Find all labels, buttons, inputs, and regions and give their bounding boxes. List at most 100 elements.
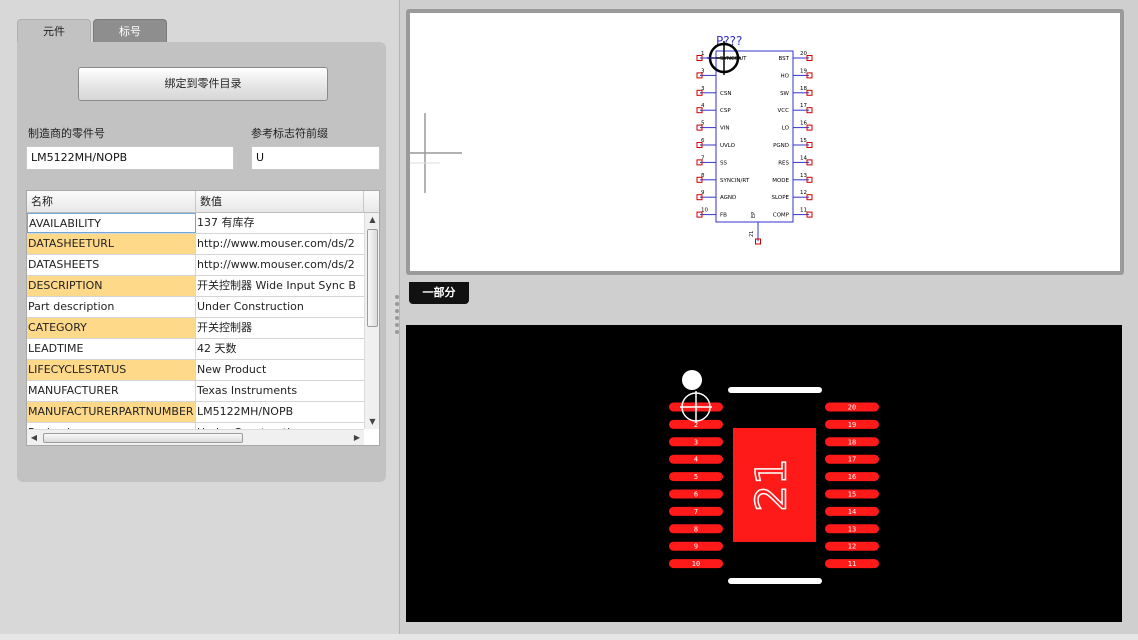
tab-designator[interactable]: 标号 [93,19,167,42]
grid-row[interactable]: LEADTIME 42 天数 [27,339,364,360]
svg-text:3: 3 [694,438,698,446]
svg-text:FB: FB [720,213,727,219]
svg-text:9: 9 [694,543,698,551]
pcb-pad: 5 [669,472,723,482]
grid-row[interactable]: MANUFACTURER Texas Instruments [27,381,364,402]
status-bar [0,634,1138,640]
pcb-pad: 7 [669,506,723,516]
horizontal-scrollbar[interactable]: ◀ ▶ [27,429,364,445]
grid-row[interactable]: CATEGORY 开关控制器 [27,318,364,339]
pcb-pad: 19 [825,419,879,429]
svg-text:10: 10 [701,208,708,214]
schematic-pin: 9 AGND [696,190,736,201]
property-value-cell[interactable]: Under Construction [196,297,364,317]
svg-text:19: 19 [848,421,856,429]
tab-content: 绑定到零件目录 制造商的零件号 参考标志符前缀 LM5122MH/NOPB U … [17,42,386,482]
property-value-cell[interactable]: 42 天数 [196,339,364,359]
pcb-pad: 3 [669,437,723,447]
pcb-pad: 9 [669,541,723,551]
grid-row[interactable]: DATASHEETURL http://www.mouser.com/ds/2 [27,234,364,255]
svg-text:9: 9 [701,190,705,196]
svg-text:10: 10 [692,560,700,568]
grid-row[interactable]: DESCRIPTION 开关控制器 Wide Input Sync B [27,276,364,297]
column-header-value[interactable]: 数值 [196,191,364,213]
schematic-pin: 4 CSP [696,103,731,114]
svg-text:4: 4 [694,456,698,464]
svg-text:6: 6 [701,138,705,144]
splitter-grip[interactable] [394,295,400,335]
property-value-cell[interactable]: http://www.mouser.com/ds/2 [196,234,364,254]
schematic-preview[interactable]: P??? 1 SYNCOUT 3 3 CSN 4 CSP 5 VIN 6 UVLO 7 SS 8 SYNCI… [410,13,1120,271]
grid-row[interactable]: DATASHEETS http://www.mouser.com/ds/2 [27,255,364,276]
property-name-cell[interactable]: LIFECYCLESTATUS [27,360,196,380]
property-value-cell[interactable]: Texas Instruments [196,381,364,401]
property-name-cell[interactable]: MANUFACTURERPARTNUMBER [27,402,196,422]
property-name-cell[interactable]: CATEGORY [27,318,196,338]
svg-text:CSP: CSP [720,108,731,114]
column-header-name[interactable]: 名称 [27,191,196,213]
ref-prefix-input[interactable]: U [251,146,380,170]
scroll-up-icon[interactable]: ▲ [365,213,379,227]
svg-text:15: 15 [800,138,807,144]
property-value-cell[interactable]: 开关控制器 [196,318,364,338]
footprint-preview[interactable]: 12 3 4 5 6 7 8 9 10 20 19 18 17 16 15 14 13 12 11 21 [406,325,1122,622]
vertical-scrollbar[interactable]: ▲ ▼ [364,213,379,429]
scroll-left-icon[interactable]: ◀ [27,430,41,445]
mpn-input[interactable]: LM5122MH/NOPB [26,146,234,170]
pcb-pad: 18 [825,437,879,447]
property-value-cell[interactable]: http://www.mouser.com/ds/2 [196,255,364,275]
scroll-down-icon[interactable]: ▼ [365,415,379,429]
grid-row[interactable]: LIFECYCLESTATUS New Product [27,360,364,381]
property-value-cell[interactable]: 137 有库存 [196,213,364,233]
property-name-cell[interactable]: MANUFACTURER [27,381,196,401]
svg-text:21: 21 [749,231,755,237]
property-value-cell[interactable]: 开关控制器 Wide Input Sync B [196,276,364,296]
property-value-cell[interactable]: New Product [196,360,364,380]
tab-component[interactable]: 元件 [17,19,91,42]
schematic-pin: 16 LO [782,121,813,132]
svg-text:14: 14 [848,508,856,516]
property-value-cell[interactable]: LM5122MH/NOPB [196,402,364,422]
bind-to-catalog-button[interactable]: 绑定到零件目录 [78,67,328,101]
svg-text:4: 4 [701,103,705,109]
grid-row[interactable]: MANUFACTURERPARTNUMBER LM5122MH/NOPB [27,402,364,423]
property-name-cell[interactable]: AVAILABILITY [27,213,196,233]
preview-panel: P??? 1 SYNCOUT 3 3 CSN 4 CSP 5 VIN 6 UVLO 7 SS 8 SYNCI… [401,0,1138,634]
schematic-bottom-pin: 21 EP [749,212,761,245]
svg-text:SYNCIN/RT: SYNCIN/RT [720,178,750,184]
schematic-pin: 7 SS [696,155,727,166]
part-button[interactable]: 一部分 [409,282,469,304]
pcb-pad: 8 [669,524,723,534]
svg-text:8: 8 [701,173,705,179]
scroll-right-icon[interactable]: ▶ [350,430,364,445]
schematic-pin: 1 SYNCOUT [696,51,747,62]
svg-text:SW: SW [780,91,789,97]
schematic-pin: 17 VCC [778,103,813,114]
pcb-pad: 12 [825,541,879,551]
property-name-cell[interactable]: DESCRIPTION [27,276,196,296]
schematic-pin: 12 SLOPE [772,190,813,201]
svg-text:SYNCOUT: SYNCOUT [720,56,747,62]
right-pad-column: 20 19 18 17 16 15 14 13 12 11 [825,402,879,569]
grid-row[interactable]: Part description Under Construction [27,297,364,318]
property-name-cell[interactable]: DATASHEETS [27,255,196,275]
pcb-pad: 15 [825,489,879,499]
svg-text:5: 5 [694,473,698,481]
svg-text:20: 20 [848,404,856,412]
property-name-cell[interactable]: DATASHEETURL [27,234,196,254]
schematic-pin: 18 SW [780,86,813,97]
vertical-scroll-thumb[interactable] [367,229,378,327]
schematic-pin: 3 CSN [696,86,731,97]
grid-row[interactable]: AVAILABILITY 137 有库存 [27,213,364,234]
svg-text:LO: LO [782,126,790,132]
horizontal-scroll-thumb[interactable] [43,433,243,443]
svg-text:18: 18 [800,86,807,92]
pcb-pad: 16 [825,472,879,482]
component-properties-panel: 元件 标号 绑定到零件目录 制造商的零件号 参考标志符前缀 LM5122MH/N… [0,0,400,634]
property-name-cell[interactable]: LEADTIME [27,339,196,359]
property-name-cell[interactable]: Part description [27,297,196,317]
schematic-left-pins: 1 SYNCOUT 3 3 CSN 4 CSP 5 VIN 6 UVLO 7 SS 8 SYNCIN/RT 9… [696,51,750,219]
schematic-symbol: P??? 1SYNCOUT33CSN4CSP5VIN6UVLO7SS8SYNCI… [410,34,813,245]
pcb-pad: 10 [669,559,723,569]
pcb-pad: 11 [825,559,879,569]
